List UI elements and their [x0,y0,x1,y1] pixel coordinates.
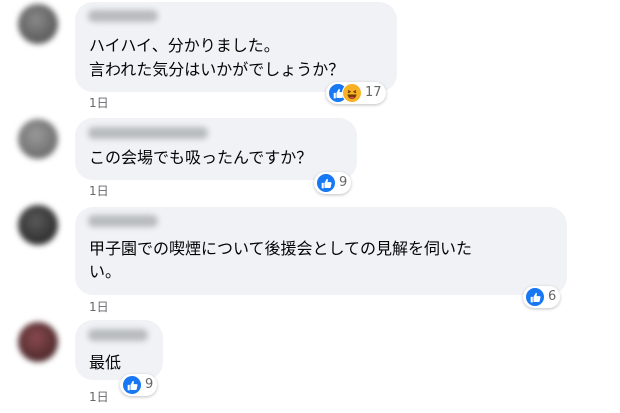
comment-timestamp[interactable]: 1日 [89,96,109,110]
like-icon [122,375,142,395]
comment-timestamp[interactable]: 1日 [89,300,109,314]
comment-text-line: 甲子園での喫煙について後援会としての見解を伺いた [89,239,473,258]
avatar[interactable] [18,4,58,44]
reaction-summary[interactable]: 6 [523,286,561,308]
reaction-count: 17 [365,85,382,100]
like-icon [316,173,336,193]
commenter-name-blurred[interactable] [88,127,208,139]
haha-icon [342,83,362,103]
reaction-summary[interactable]: 9 [314,172,352,194]
reaction-count: 6 [548,289,557,304]
comment-text-line: ハイハイ、分かりました。 [89,36,280,55]
reaction-summary[interactable]: 17 [326,82,386,104]
avatar[interactable] [18,322,58,362]
comment-text-line: 言われた気分はいかがでしょうか？ [89,60,345,79]
comment-text-line: い。 [89,262,122,281]
reaction-count: 9 [339,175,348,190]
avatar[interactable] [18,205,58,245]
comment-text-line: この会場でも吸ったんですか？ [89,148,313,167]
comment-timestamp[interactable]: 1日 [89,390,109,404]
commenter-name-blurred[interactable] [88,329,148,341]
comment-text-line: 最低 [89,353,122,372]
avatar[interactable] [18,119,58,159]
comment-timestamp[interactable]: 1日 [89,184,109,198]
commenter-name-blurred[interactable] [88,10,158,22]
reaction-summary[interactable]: 9 [120,374,158,396]
commenter-name-blurred[interactable] [88,215,158,227]
reaction-count: 9 [145,377,154,392]
like-icon [525,287,545,307]
